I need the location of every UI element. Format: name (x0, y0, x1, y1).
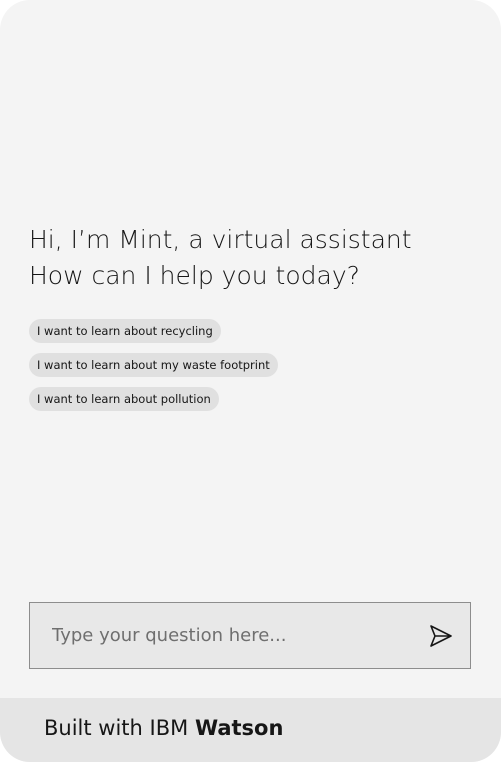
suggestion-waste-footprint[interactable]: I want to learn about my waste footprint (29, 353, 278, 377)
message-composer (29, 602, 471, 669)
question-input[interactable] (30, 603, 410, 668)
footer-prefix: Built with IBM (44, 716, 189, 740)
send-icon (430, 625, 452, 647)
footer: Built with IBM Watson (0, 698, 501, 762)
send-button[interactable] (428, 623, 454, 649)
suggestion-pollution[interactable]: I want to learn about pollution (29, 387, 219, 411)
chat-widget: Hi, I’m Mint, a virtual assistant How ca… (0, 0, 501, 762)
greeting-line-1: Hi, I’m Mint, a virtual assistant (29, 225, 412, 254)
footer-credit: Built with IBM Watson (44, 716, 283, 740)
greeting: Hi, I’m Mint, a virtual assistant How ca… (29, 222, 412, 294)
suggestion-list: I want to learn about recycling I want t… (29, 319, 278, 411)
suggestion-recycling[interactable]: I want to learn about recycling (29, 319, 221, 343)
footer-brand: Watson (194, 716, 284, 740)
greeting-line-2: How can I help you today? (29, 261, 360, 290)
